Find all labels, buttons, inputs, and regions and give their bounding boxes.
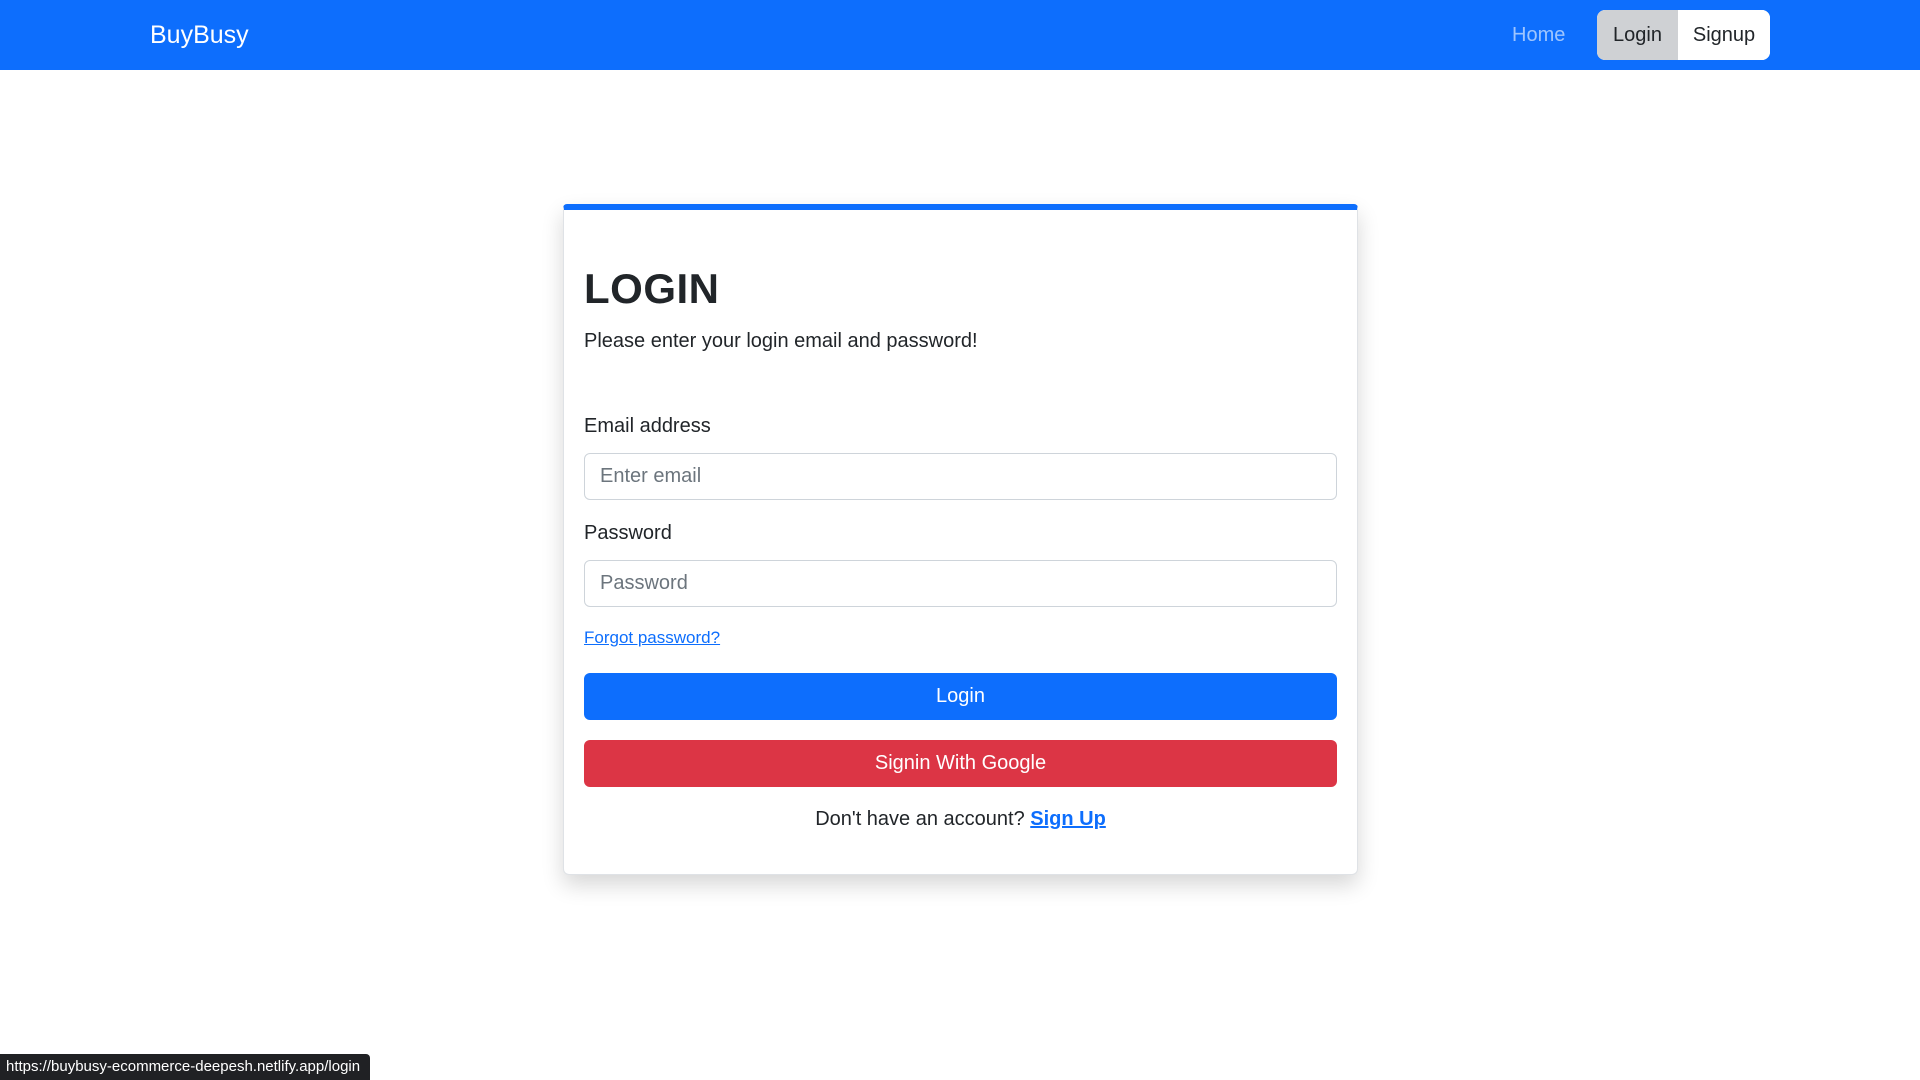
nav-home-link[interactable]: Home <box>1512 0 1565 70</box>
nav-login-button[interactable]: Login <box>1597 10 1678 60</box>
top-navbar: BuyBusy Home Login Signup <box>0 0 1920 70</box>
link-preview-status: https://buybusy-ecommerce-deepesh.netlif… <box>0 1054 371 1080</box>
password-label: Password <box>584 522 672 544</box>
nav-signup-button[interactable]: Signup <box>1678 10 1770 60</box>
no-account-text: Don't have an account? <box>815 808 1031 830</box>
signup-prompt: Don't have an account? Sign Up <box>584 808 1337 831</box>
brand-logo[interactable]: BuyBusy <box>150 0 249 70</box>
google-signin-button[interactable]: Signin With Google <box>584 740 1337 787</box>
forgot-password-link[interactable]: Forgot password? <box>584 628 720 648</box>
page-title: LOGIN <box>584 265 720 312</box>
password-field[interactable] <box>584 560 1337 607</box>
page-subtitle: Please enter your login email and passwo… <box>584 330 978 352</box>
login-button[interactable]: Login <box>584 673 1337 720</box>
signup-link[interactable]: Sign Up <box>1030 808 1106 830</box>
login-card: LOGIN Please enter your login email and … <box>563 204 1358 875</box>
email-field[interactable] <box>584 453 1337 500</box>
auth-button-group: Login Signup <box>1597 10 1770 60</box>
email-label: Email address <box>584 415 711 437</box>
